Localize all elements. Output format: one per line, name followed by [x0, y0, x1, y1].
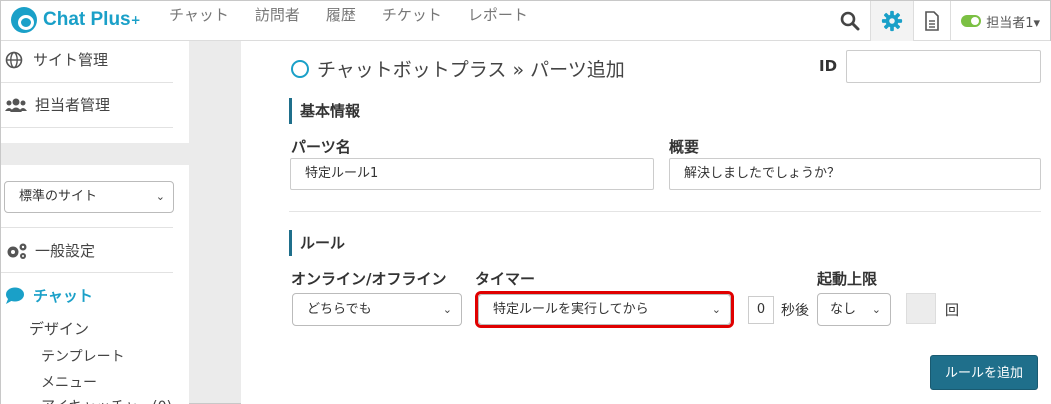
- sidebar-item-label: チャット: [33, 287, 93, 305]
- nav-chat[interactable]: チャット: [169, 5, 229, 25]
- sidebar-item-label: 担当者管理: [35, 96, 111, 114]
- status-toggle-icon[interactable]: [961, 15, 982, 27]
- app-name: Chat Plus: [43, 9, 131, 30]
- top-nav: チャット 訪問者 履歴 チケット レポート: [169, 5, 528, 25]
- nav-reports[interactable]: レポート: [468, 5, 528, 25]
- seconds-input[interactable]: 0: [748, 296, 774, 324]
- chat-icon: [6, 287, 24, 304]
- search-button[interactable]: [830, 1, 870, 41]
- sidebar-item-label: 一般設定: [35, 242, 96, 260]
- gear-icon: [882, 10, 903, 32]
- id-input[interactable]: [846, 50, 1041, 83]
- sidebar-item-staff-management[interactable]: 担当者管理: [5, 94, 110, 115]
- sidebar-item-menu[interactable]: メニュー: [41, 372, 97, 392]
- user-menu[interactable]: 担当者1▾: [950, 1, 1050, 41]
- divider: [1, 227, 173, 228]
- sidebar-item-eyecatcher[interactable]: アイキャッチャー(0): [41, 396, 172, 404]
- section-rule: ルール: [289, 230, 345, 256]
- sidebar-item-label: サイト管理: [33, 51, 109, 69]
- logo[interactable]: Chat Plus +: [11, 7, 141, 33]
- site-select-value: 標準のサイト: [19, 189, 98, 204]
- globe-icon: [5, 51, 23, 68]
- id-label: ID: [819, 57, 838, 75]
- timer-label: タイマー: [475, 270, 536, 288]
- summary-label: 概要: [669, 138, 700, 156]
- chat-bubble-icon: [11, 7, 37, 33]
- sidebar-item-template[interactable]: テンプレート: [41, 346, 125, 366]
- search-icon: [840, 11, 860, 31]
- gears-icon: [7, 243, 27, 259]
- sidebar-item-design[interactable]: デザイン: [29, 318, 89, 339]
- sidebar-item-general-settings[interactable]: 一般設定: [5, 240, 95, 261]
- online-offline-value: どちらでも: [307, 302, 372, 317]
- site-select[interactable]: 標準のサイト ⌄: [4, 181, 174, 213]
- top-icons: 担当者1▾: [830, 1, 1050, 41]
- divider: [1, 127, 173, 128]
- online-offline-label: オンライン/オフライン: [291, 270, 447, 288]
- main-panel: チャットボットプラス » パーツ追加 ID 基本情報 パーツ名 特定ルール1 概…: [241, 41, 1051, 404]
- top-bar: Chat Plus + チャット 訪問者 履歴 チケット レポート 担当者1▾: [1, 1, 1050, 41]
- launch-limit-label: 起動上限: [817, 270, 878, 288]
- app-name-plus: +: [130, 13, 141, 27]
- sidebar-item-site-management[interactable]: サイト管理: [5, 49, 108, 70]
- section-divider: [289, 211, 1041, 212]
- parts-name-label: パーツ名: [291, 138, 351, 156]
- users-icon: [5, 98, 27, 112]
- chevron-down-icon: ⌄: [442, 303, 452, 316]
- divider: [1, 272, 173, 273]
- nav-visitors[interactable]: 訪問者: [255, 5, 300, 25]
- divider: [1, 82, 173, 83]
- parts-name-input[interactable]: 特定ルール1: [290, 158, 654, 190]
- sidebar: サイト管理 担当者管理 標準のサイト ⌄ 一般設定 チャット デザイン テンプレ…: [1, 41, 189, 404]
- page-title: チャットボットプラス » パーツ追加: [317, 59, 625, 81]
- nav-history[interactable]: 履歴: [326, 5, 356, 25]
- seconds-unit: 秒後: [781, 303, 809, 319]
- document-button[interactable]: [913, 1, 950, 41]
- circle-icon: [291, 60, 309, 78]
- sidebar-item-chat[interactable]: チャット: [5, 285, 93, 306]
- nav-tickets[interactable]: チケット: [382, 5, 442, 25]
- document-icon: [925, 11, 940, 31]
- add-rule-button[interactable]: ルールを追加: [930, 355, 1038, 390]
- summary-input[interactable]: 解決しましたでしょうか？: [669, 158, 1041, 190]
- settings-button[interactable]: [870, 1, 914, 41]
- launch-count-input[interactable]: [906, 293, 936, 324]
- chevron-down-icon: ⌄: [155, 190, 165, 203]
- chevron-down-icon: ⌄: [871, 303, 881, 316]
- sidebar-card-admin: サイト管理 担当者管理: [1, 41, 189, 143]
- highlight-box: [475, 291, 734, 328]
- launch-limit-select[interactable]: なし ⌄: [817, 293, 891, 326]
- section-basic-info: 基本情報: [289, 98, 360, 124]
- launch-limit-value: なし: [830, 302, 857, 317]
- times-unit: 回: [945, 303, 959, 319]
- online-offline-select[interactable]: どちらでも ⌄: [292, 293, 462, 326]
- user-name: 担当者1▾: [986, 15, 1040, 31]
